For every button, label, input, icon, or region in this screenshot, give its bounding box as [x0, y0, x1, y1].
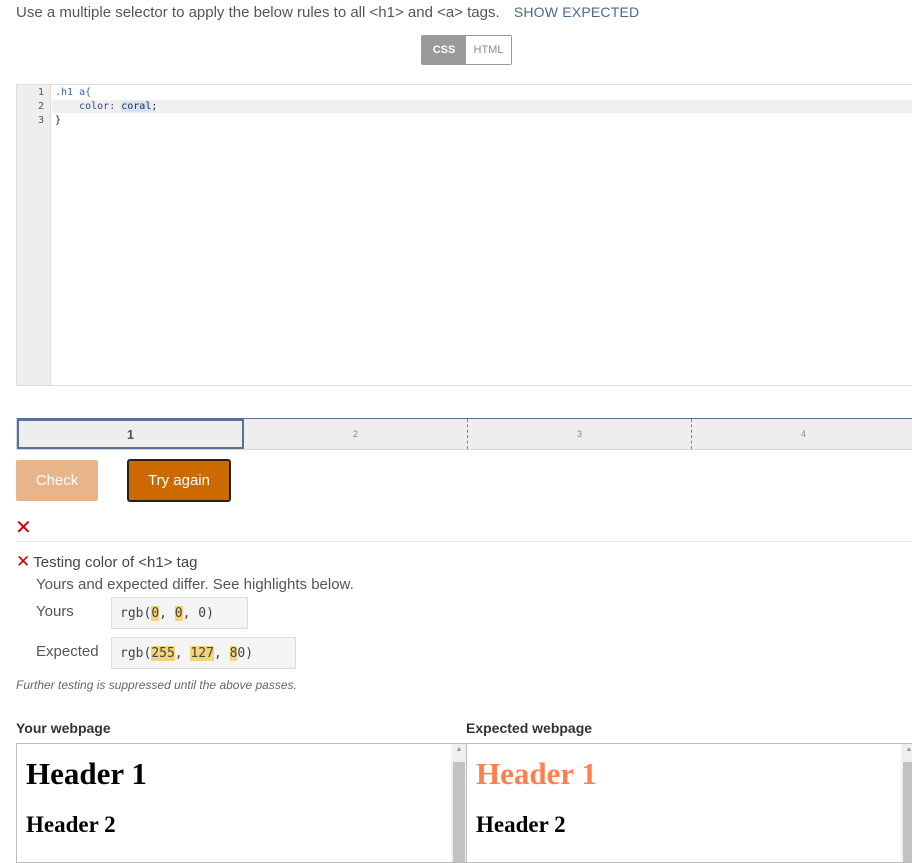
expected-label: Expected	[36, 643, 99, 660]
code-editor[interactable]: 1 2 3 .h1 a{ color: coral; }	[16, 84, 912, 386]
value-part: ,	[174, 645, 191, 661]
level-progress-bar: 1 2 3 4	[16, 418, 912, 450]
expected-header-2: Header 2	[476, 812, 566, 837]
level-segment-1[interactable]: 1	[17, 419, 244, 449]
test-title: ✕ Testing color of <h1> tag	[16, 552, 198, 572]
scrollbar-thumb[interactable]	[903, 762, 912, 862]
scrollbar[interactable]: ▲	[451, 744, 467, 862]
instructions-text: Use a multiple selector to apply the bel…	[16, 4, 500, 21]
level-segment-3[interactable]: 3	[468, 419, 692, 449]
active-line-highlight	[52, 100, 912, 113]
value-part: rgb(	[120, 645, 152, 661]
line-number: 2	[37, 101, 44, 112]
expected-webpage-label: Expected webpage	[466, 720, 593, 736]
yours-label: Yours	[36, 603, 74, 620]
css-tab[interactable]: CSS	[422, 36, 466, 64]
line-number: 1	[37, 87, 44, 98]
value-part: )	[245, 645, 254, 661]
preview-header-2: Header 2	[26, 812, 116, 837]
value-part: ,	[159, 605, 175, 621]
show-expected-link[interactable]: SHOW EXPECTED	[514, 4, 640, 20]
code-line-1: .h1 a{	[55, 87, 92, 98]
level-segment-4[interactable]: 4	[692, 419, 912, 449]
line-number-gutter: 1 2 3	[17, 85, 51, 385]
value-part: 0	[198, 605, 207, 621]
diff-highlight: 255	[151, 645, 175, 661]
line-number: 3	[37, 115, 44, 126]
fail-icon: ✕	[15, 517, 32, 539]
code-line-3: }	[55, 115, 62, 126]
test-message: Yours and expected differ. See highlight…	[36, 576, 354, 593]
suppressed-note: Further testing is suppressed until the …	[16, 678, 297, 692]
diff-highlight: 127	[190, 645, 214, 661]
divider	[16, 541, 912, 542]
html-tab[interactable]: HTML	[466, 36, 511, 64]
code-value: coral	[121, 101, 152, 112]
diff-highlight: 8	[229, 645, 238, 661]
value-part: )	[206, 605, 214, 621]
test-title-text: Testing color of <h1> tag	[33, 554, 198, 571]
expected-webpage-preview[interactable]: Header 1 Header 2 ▲	[466, 743, 912, 863]
diff-highlight: 0	[151, 605, 160, 621]
yours-value: rgb(0, 0, 0)	[111, 597, 248, 629]
language-toggle: CSS HTML	[421, 35, 512, 65]
preview-header-1: Header 1	[26, 756, 147, 791]
value-part: ,	[213, 645, 230, 661]
expected-header-1: Header 1	[476, 756, 597, 791]
scrollbar[interactable]: ▲	[901, 744, 912, 862]
level-segment-2[interactable]: 2	[244, 419, 468, 449]
your-webpage-label: Your webpage	[16, 720, 111, 736]
code-line-2: color: coral;	[55, 101, 157, 112]
value-part: ,	[182, 605, 199, 621]
value-part: 0	[237, 645, 246, 661]
scroll-up-icon[interactable]: ▲	[451, 746, 467, 753]
code-semicolon: ;	[151, 101, 158, 112]
instructions: Use a multiple selector to apply the bel…	[16, 4, 639, 21]
try-again-button[interactable]: Try again	[127, 459, 231, 502]
check-button[interactable]: Check	[16, 460, 98, 501]
your-webpage-preview[interactable]: Header 1 Header 2 ▲	[16, 743, 468, 863]
scroll-up-icon[interactable]: ▲	[901, 746, 912, 753]
expected-value: rgb(255, 127, 8 0)	[111, 637, 296, 669]
code-property: color:	[79, 101, 122, 112]
value-part: rgb(	[120, 605, 152, 621]
diff-highlight: 0	[174, 605, 183, 621]
fail-icon: ✕	[16, 552, 31, 571]
scrollbar-thumb[interactable]	[453, 762, 465, 862]
